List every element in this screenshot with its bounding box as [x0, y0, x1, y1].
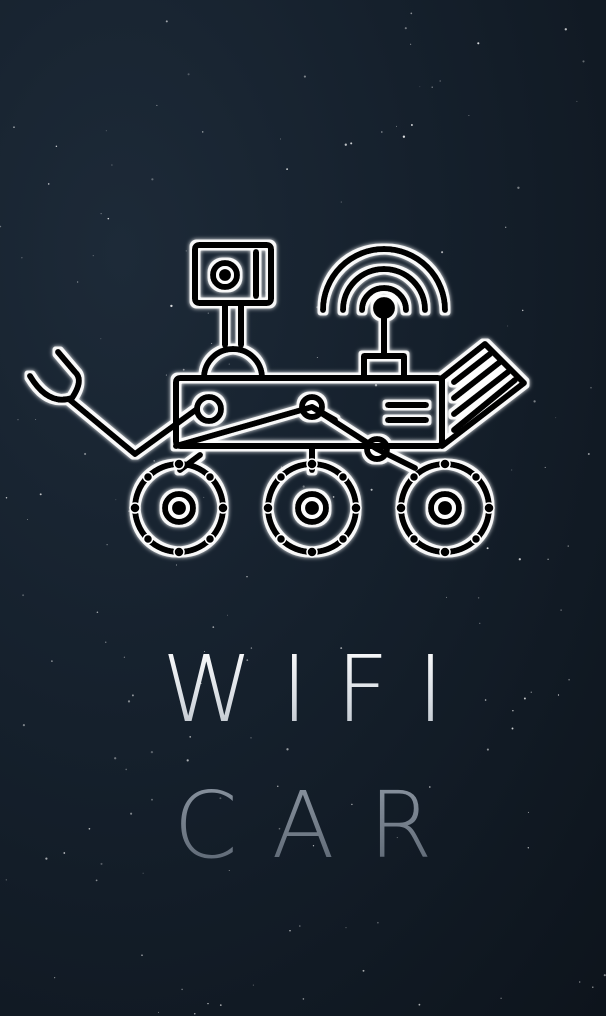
star: [560, 609, 562, 611]
star: [500, 997, 502, 1000]
star: [219, 1004, 222, 1006]
star: [141, 954, 143, 956]
star: [302, 998, 305, 1000]
star: [5, 879, 7, 881]
splash-screen: { "splash": { "logo_icon": "mars-rover-i…: [0, 0, 606, 1016]
mars-rover-icon: [27, 242, 527, 558]
star: [345, 927, 347, 929]
star: [286, 748, 289, 751]
star: [125, 768, 128, 771]
star: [479, 622, 481, 624]
star: [158, 1011, 160, 1013]
star: [486, 748, 489, 751]
star: [207, 1002, 209, 1005]
app-title-line2: CAR: [0, 776, 606, 876]
star: [227, 614, 228, 616]
star: [95, 879, 98, 882]
star: [289, 929, 291, 932]
star: [418, 1003, 421, 1006]
star: [114, 757, 117, 760]
star: [54, 977, 56, 979]
star: [212, 626, 215, 628]
star: [194, 1013, 196, 1015]
star: [592, 986, 594, 988]
star: [181, 988, 183, 991]
star: [186, 759, 189, 762]
star: [252, 984, 254, 986]
star: [150, 750, 154, 754]
star: [579, 981, 581, 983]
star: [377, 921, 379, 924]
star: [299, 925, 301, 927]
app-title-line1: WIFI: [0, 640, 606, 740]
star: [96, 611, 99, 613]
star: [362, 969, 365, 972]
